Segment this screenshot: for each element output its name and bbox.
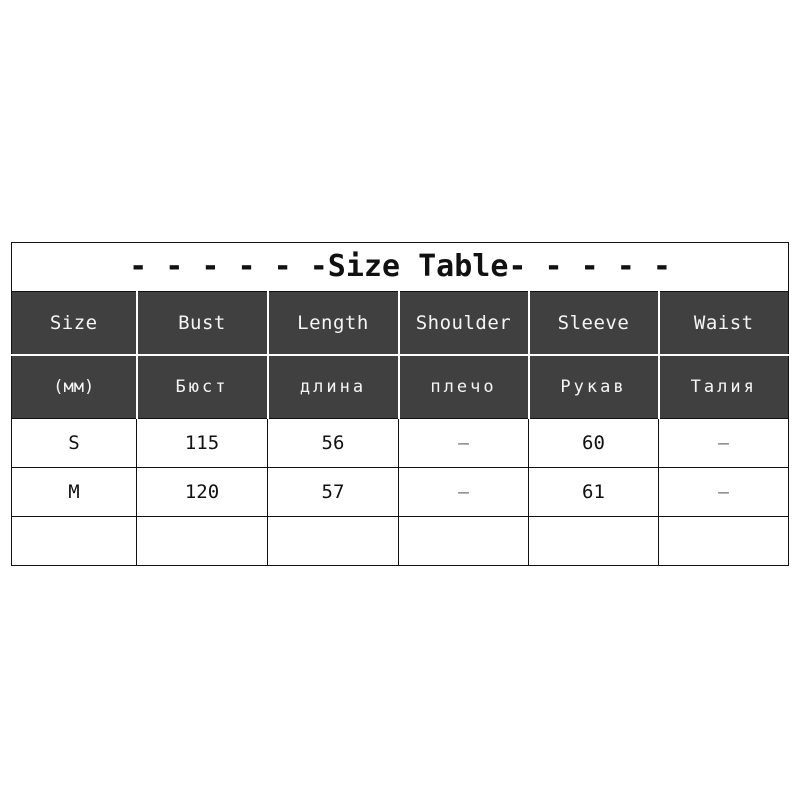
cell-waist: – <box>657 467 790 517</box>
cell-length: 57 <box>267 467 399 517</box>
value-shoulder: – <box>458 432 469 454</box>
header-cell-shoulder-ru: плечо <box>397 354 530 419</box>
cell-bust: 120 <box>136 467 268 517</box>
header-cell-sleeve-ru: Рукав <box>527 354 660 419</box>
cell-size: S <box>11 418 137 468</box>
value-shoulder: – <box>458 481 469 503</box>
header-label-sleeve: Sleeve <box>557 312 630 334</box>
header-label-shoulder-ru: плечо <box>430 377 497 397</box>
header-label-waist: Waist <box>693 312 754 334</box>
cell-bust: 115 <box>136 418 268 468</box>
header-cell-shoulder: Shoulder <box>397 291 530 356</box>
size-table: - - - - - -Size Table- - - - - Size Bust… <box>10 242 790 566</box>
value-bust: 120 <box>184 481 220 503</box>
value-bust: 115 <box>184 432 220 454</box>
table-row: S 115 56 – 60 – <box>11 418 790 468</box>
cell-shoulder: – <box>398 467 529 517</box>
header-row-english: Size Bust Length Shoulder Sleeve Waist <box>11 291 790 356</box>
value-sleeve: 60 <box>582 432 605 454</box>
header-cell-sleeve: Sleeve <box>527 291 660 356</box>
header-label-sleeve-ru: Рукав <box>560 377 627 397</box>
header-label-bust-ru: Бюст <box>175 377 229 397</box>
header-cell-bust: Bust <box>135 291 269 356</box>
size-table-container: - - - - - -Size Table- - - - - Size Bust… <box>10 242 790 566</box>
value-waist: – <box>718 432 729 454</box>
table-title-cell: - - - - - -Size Table- - - - - <box>10 242 790 292</box>
value-length: 56 <box>321 432 345 454</box>
cell-shoulder <box>398 516 529 566</box>
cell-sleeve: 61 <box>528 467 659 517</box>
value-waist: – <box>718 481 729 503</box>
header-cell-waist-ru: Талия <box>657 354 790 419</box>
header-cell-size: Size <box>11 291 138 356</box>
cell-shoulder: – <box>398 418 529 468</box>
header-label-shoulder: Shoulder <box>415 312 512 334</box>
header-label-length: Length <box>297 312 369 334</box>
cell-length <box>267 516 399 566</box>
cell-length: 56 <box>267 418 399 468</box>
cell-sleeve <box>528 516 659 566</box>
cell-size <box>11 516 137 566</box>
header-cell-waist: Waist <box>657 291 790 356</box>
header-cell-bust-ru: Бюст <box>135 354 269 419</box>
page-title: - - - - - -Size Table- - - - - <box>129 249 671 284</box>
value-size: M <box>68 481 80 503</box>
value-size: S <box>68 432 80 454</box>
header-cell-length-ru: длина <box>266 354 400 419</box>
cell-waist <box>657 516 790 566</box>
table-row <box>11 516 790 566</box>
header-cell-length: Length <box>266 291 400 356</box>
header-row-russian: (мм) Бюст длина плечо Рукав Талия <box>11 354 790 419</box>
cell-waist: – <box>657 418 790 468</box>
table-title-row: - - - - - -Size Table- - - - - <box>10 242 790 292</box>
cell-sleeve: 60 <box>528 418 659 468</box>
header-label-length-ru: длина <box>299 377 367 397</box>
header-label-size: Size <box>49 312 98 334</box>
header-cell-unit: (мм) <box>11 354 138 419</box>
header-label-bust: Bust <box>178 312 226 334</box>
value-length: 57 <box>321 481 345 503</box>
cell-size: M <box>11 467 137 517</box>
table-row: M 120 57 – 61 – <box>11 467 790 517</box>
header-label-unit: (мм) <box>53 377 95 397</box>
cell-bust <box>136 516 268 566</box>
header-label-waist-ru: Талия <box>690 377 757 397</box>
value-sleeve: 61 <box>582 481 605 503</box>
